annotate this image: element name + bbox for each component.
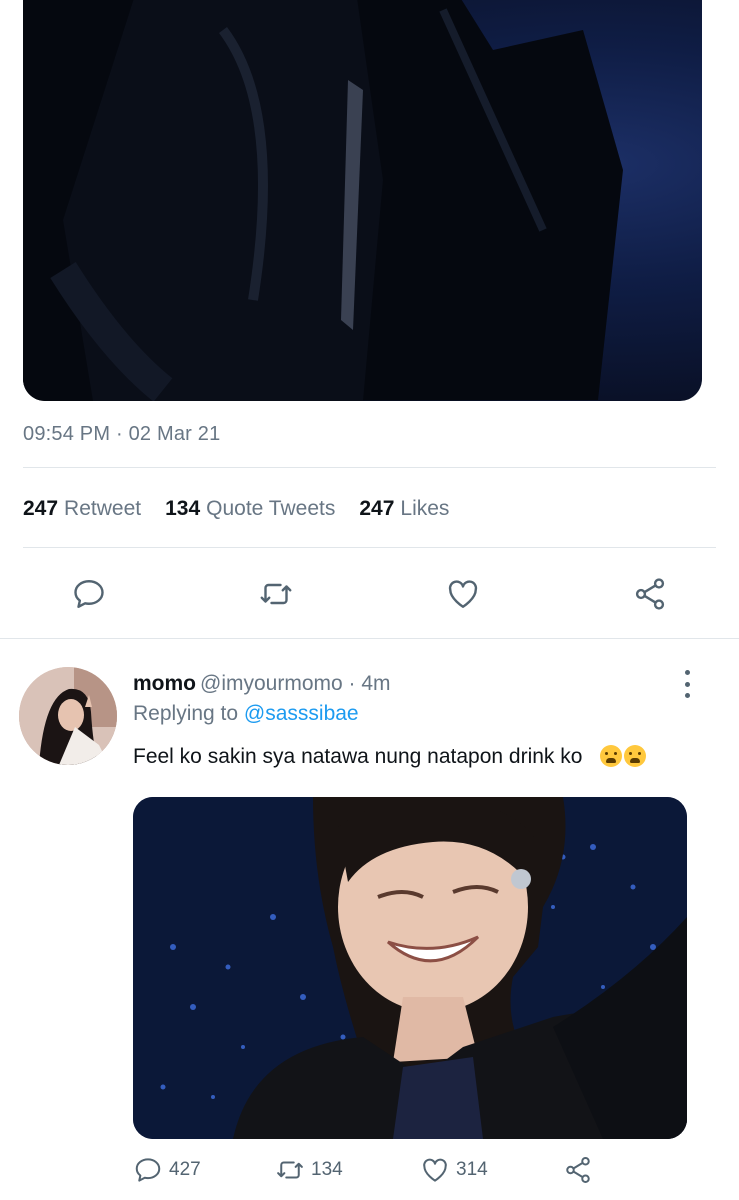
more-dot-icon [684, 693, 690, 698]
tweet-timestamp: 09:54 PM · 02 Mar 21 [23, 423, 221, 445]
more-dot-icon [684, 681, 690, 687]
stat-likes[interactable]: 247 Likes [359, 497, 449, 521]
reply-like-button[interactable]: 314 [420, 1153, 488, 1187]
divider [23, 467, 716, 468]
reply-reply-button[interactable]: 427 [133, 1153, 201, 1187]
reply-text-body: Feel ko sakin sya natawa nung natapon dr… [133, 745, 583, 768]
more-dot-icon [684, 670, 690, 675]
stat-retweets-count: 247 [23, 497, 59, 520]
weary-face-emoji [624, 745, 647, 767]
stat-quote-tweets-label: Quote Tweets [206, 497, 336, 520]
tweet-action-bar [0, 572, 739, 616]
stat-likes-label: Likes [400, 497, 450, 520]
reply-media-image[interactable] [133, 797, 687, 1139]
tweet-media-image[interactable] [23, 0, 702, 401]
tweet-detail-screen: 09:54 PM · 02 Mar 21 247 Retweet 134 Quote… [0, 0, 739, 1200]
stat-likes-count: 247 [359, 497, 395, 520]
reply-icon [135, 1158, 161, 1182]
reply-button[interactable] [69, 572, 109, 616]
avatar-photo [19, 667, 117, 765]
stat-retweets-label: Retweet [64, 497, 142, 520]
reply-icon [74, 580, 104, 608]
reply-author-handle[interactable]: @imyourmomo · 4m [200, 672, 391, 695]
avatar[interactable] [19, 667, 117, 765]
share-icon [566, 1157, 590, 1183]
like-count: 314 [456, 1159, 488, 1180]
retweet-count: 134 [311, 1159, 343, 1180]
reply-action-bar: 427 134 314 [133, 1153, 613, 1187]
stat-quote-tweets-count: 134 [165, 497, 201, 520]
reply-retweet-button[interactable]: 134 [275, 1153, 343, 1187]
retweet-icon [277, 1161, 303, 1179]
more-options-button[interactable] [677, 670, 697, 698]
reply-text: Feel ko sakin sya natawa nung natapon dr… [133, 745, 647, 769]
media-photo-content [23, 0, 623, 401]
weary-face-emoji [600, 745, 623, 767]
stat-retweets[interactable]: 247 Retweet [23, 497, 141, 521]
divider [23, 547, 716, 548]
replying-to-line: Replying to @sasssibae [133, 702, 359, 726]
retweet-button[interactable] [256, 572, 296, 616]
share-button[interactable] [630, 572, 670, 616]
reply-photo-content [133, 797, 687, 1139]
section-divider [0, 638, 739, 639]
like-icon [423, 1158, 447, 1182]
like-button[interactable] [443, 572, 483, 616]
replying-to-label: Replying to [133, 702, 239, 725]
reply-author-name[interactable]: momo [133, 672, 196, 695]
reply-share-button[interactable] [563, 1153, 599, 1187]
like-icon [448, 580, 478, 608]
reply-header: momo @imyourmomo · 4m [133, 672, 391, 696]
replying-to-mention[interactable]: @sasssibae [244, 702, 359, 725]
reply-count: 427 [169, 1159, 201, 1180]
retweet-icon [260, 583, 292, 605]
stat-quote-tweets[interactable]: 134 Quote Tweets [165, 497, 335, 521]
tweet-stats: 247 Retweet 134 Quote Tweets 247 Likes [23, 497, 473, 521]
share-icon [635, 578, 665, 610]
